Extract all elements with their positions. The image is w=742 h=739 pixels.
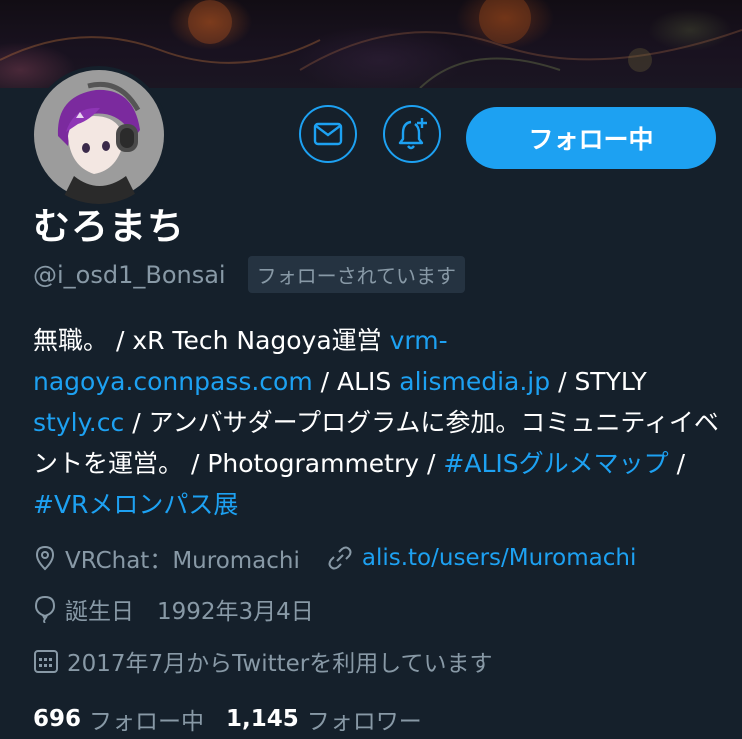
followers-label[interactable]: フォロワー (307, 702, 422, 736)
location-row: VRChat：Muromachi alis.to/users/Muromachi (33, 541, 636, 575)
following-label[interactable]: フォロー中 (89, 702, 204, 736)
bio-text: 無職。 / xR Tech Nagoya運営 (33, 326, 390, 355)
notifications-button[interactable] (383, 105, 441, 163)
follows-you-badge: フォローされています (247, 256, 466, 293)
following-count[interactable]: 696 (33, 706, 81, 732)
joined-row: 2017年7月からTwitterを利用しています (33, 644, 493, 678)
notification-bell-plus-icon (398, 118, 427, 150)
user-handle: @i_osd1_Bonsai (33, 260, 226, 289)
followers-count[interactable]: 1,145 (226, 706, 299, 732)
joined-text: 2017年7月からTwitterを利用しています (67, 651, 493, 677)
hashtag-vr-melonpass[interactable]: #VRメロンパス展 (33, 490, 238, 519)
bio-text: / STYLY (550, 367, 647, 396)
bio-text: / (668, 449, 685, 478)
following-button[interactable]: フォロー中 (466, 107, 716, 169)
website-link[interactable]: alis.to/users/Muromachi (362, 545, 636, 571)
location-pin-icon (35, 545, 55, 571)
avatar[interactable] (30, 66, 168, 204)
mail-icon (313, 122, 343, 146)
handle-row: @i_osd1_Bonsai フォローされています (33, 256, 466, 293)
follow-stats: 696 フォロー中 1,145 フォロワー (33, 702, 444, 736)
balloon-icon (34, 595, 56, 623)
profile-bio: 無職。 / xR Tech Nagoya運営 vrm-nagoya.connpa… (33, 320, 723, 525)
display-name: むろまち (33, 205, 185, 248)
birthday-text: 誕生日 1992年3月4日 (65, 599, 314, 625)
bio-text: / ALIS (312, 367, 400, 396)
hashtag-alis-gourmet-map[interactable]: #ALISグルメマップ (443, 449, 668, 478)
location-text: VRChat：Muromachi (65, 548, 300, 574)
bio-link-styly[interactable]: styly.cc (33, 408, 124, 437)
bio-link-alismedia[interactable]: alismedia.jp (399, 367, 550, 396)
birthday-row: 誕生日 1992年3月4日 (33, 592, 314, 626)
message-button[interactable] (299, 105, 357, 163)
calendar-icon (34, 650, 58, 673)
link-icon (328, 546, 352, 570)
